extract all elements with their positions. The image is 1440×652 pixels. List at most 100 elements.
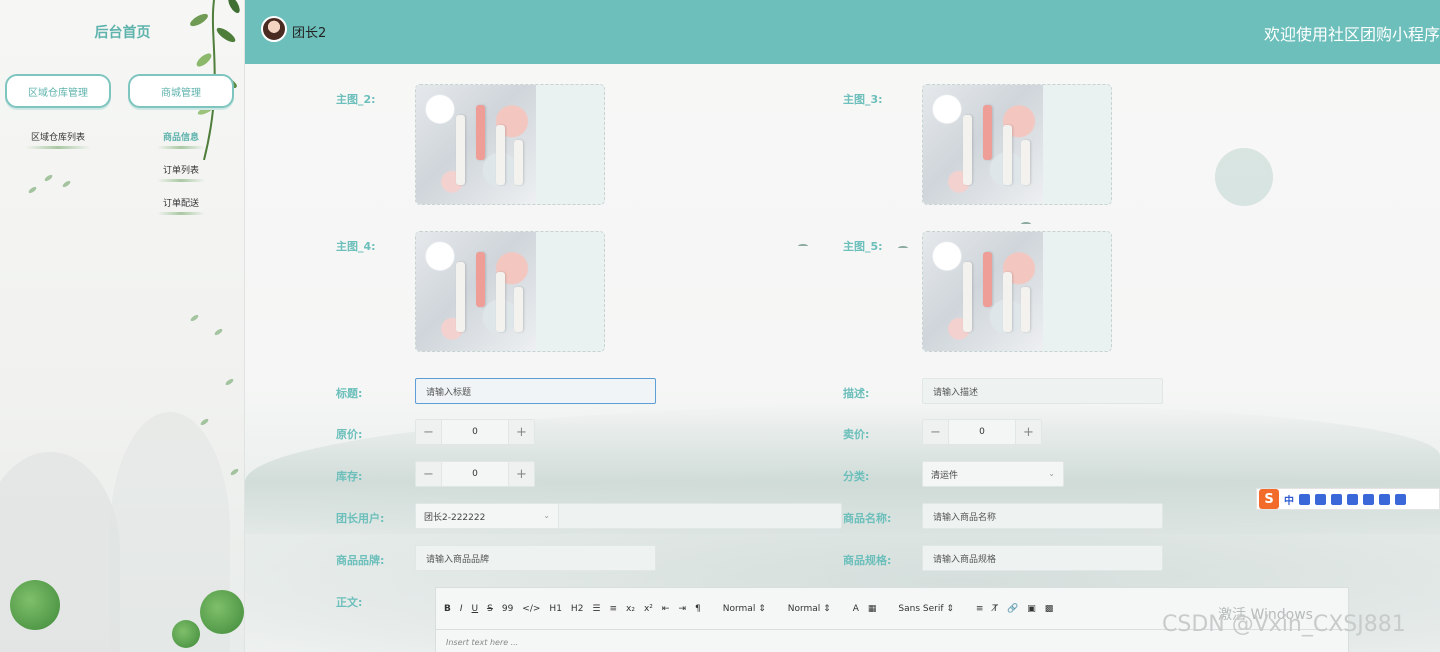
image-upload-3[interactable]: [922, 84, 1112, 205]
underline-button[interactable]: U: [472, 604, 479, 614]
spec-input[interactable]: 请输入商品规格: [922, 545, 1163, 571]
image-upload-4[interactable]: [415, 231, 605, 352]
quote-button[interactable]: 99: [502, 604, 513, 614]
leaf-decoration: [199, 417, 210, 427]
home-link[interactable]: 后台首页: [0, 22, 244, 42]
ordered-list-icon[interactable]: ☰: [592, 604, 600, 614]
title-label: 标题:: [336, 387, 363, 400]
spec-label: 商品规格:: [843, 554, 892, 567]
image-upload-2[interactable]: [415, 84, 605, 205]
leader-select[interactable]: 团长2-222222 ⌄: [415, 503, 559, 529]
decrement-button[interactable]: −: [416, 420, 442, 444]
orig-price-value[interactable]: 0: [442, 420, 508, 444]
settings-icon[interactable]: [1395, 493, 1406, 505]
category-label: 分类:: [843, 470, 870, 483]
sale-price-label: 卖价:: [843, 428, 870, 441]
desc-label: 描述:: [843, 387, 870, 400]
title-input[interactable]: 请输入标题: [415, 378, 656, 404]
apps-icon[interactable]: [1379, 493, 1390, 505]
header-select-label: Normal: [787, 603, 821, 614]
text-color-icon[interactable]: A: [853, 604, 859, 614]
punctuation-icon[interactable]: [1299, 493, 1310, 505]
increment-button[interactable]: +: [508, 420, 534, 444]
img2-label: 主图_2:: [336, 93, 376, 106]
size-label: Normal: [722, 603, 756, 614]
strike-button[interactable]: S: [487, 604, 493, 614]
stock-value[interactable]: 0: [442, 462, 508, 486]
sidebar-item-order-list[interactable]: 订单列表: [156, 163, 206, 182]
increment-button[interactable]: +: [508, 462, 534, 486]
img4-label: 主图_4:: [336, 240, 376, 253]
rtl-icon[interactable]: ¶: [695, 604, 701, 614]
sidebar-item-product-info[interactable]: 商品信息: [156, 130, 206, 149]
leaf-decoration: [43, 173, 54, 183]
chevron-down-icon: ⌄: [1048, 469, 1055, 478]
sogou-icon[interactable]: S: [1259, 489, 1279, 509]
microphone-icon[interactable]: [1315, 493, 1326, 505]
leader-extra-field[interactable]: [558, 503, 842, 529]
indent-icon[interactable]: ⇥: [678, 604, 686, 614]
subscript-icon[interactable]: x₂: [626, 604, 635, 614]
keyboard-icon[interactable]: [1331, 493, 1342, 505]
code-button[interactable]: </>: [522, 604, 540, 614]
category-value: 清运件: [931, 470, 959, 481]
lotus-leaf-decoration: [200, 590, 244, 634]
brand-label: 商品品牌:: [336, 554, 385, 567]
link-icon[interactable]: 🔗: [1007, 604, 1018, 614]
header-select[interactable]: Normal ⇕: [788, 604, 831, 614]
leaf-decoration: [27, 185, 38, 195]
lotus-leaf-decoration: [172, 620, 200, 648]
desc-input[interactable]: 请输入描述: [922, 378, 1163, 404]
leaf-decoration: [213, 327, 224, 337]
decrement-button[interactable]: −: [416, 462, 442, 486]
avatar[interactable]: [261, 16, 287, 42]
image-icon[interactable]: ▣: [1027, 604, 1036, 614]
leader-value: 团长2-222222: [424, 512, 486, 523]
align-icon[interactable]: ≡: [976, 604, 984, 614]
menu-warehouse[interactable]: 区域仓库管理: [5, 74, 111, 108]
skin-icon[interactable]: [1347, 493, 1358, 505]
image-upload-5[interactable]: [922, 231, 1112, 352]
bullet-list-icon[interactable]: ≡: [610, 604, 618, 614]
superscript-icon[interactable]: x²: [644, 604, 653, 614]
font-select-label: Sans Serif: [898, 603, 944, 614]
bird-decoration: [898, 246, 908, 250]
stock-stepper[interactable]: − 0 +: [415, 461, 535, 487]
category-select[interactable]: 清运件 ⌄: [922, 461, 1064, 487]
size-select[interactable]: Normal ⇕: [723, 604, 766, 614]
orig-price-stepper[interactable]: − 0 +: [415, 419, 535, 445]
outdent-icon[interactable]: ⇤: [662, 604, 670, 614]
robot-icon[interactable]: [1363, 493, 1374, 505]
h2-button[interactable]: H2: [571, 604, 584, 614]
h1-button[interactable]: H1: [549, 604, 562, 614]
italic-button[interactable]: I: [460, 604, 463, 614]
chevron-down-icon: ⌄: [543, 511, 550, 520]
product-photo: [923, 85, 1043, 204]
csdn-watermark: CSDN @Vxin_CXSJ881: [1162, 612, 1406, 637]
bird-decoration: [798, 244, 808, 248]
font-select[interactable]: Sans Serif ⇕: [898, 604, 954, 614]
video-icon[interactable]: ▩: [1045, 604, 1054, 614]
clear-format-icon[interactable]: T̸: [992, 604, 998, 614]
ime-mode-label[interactable]: 中: [1284, 492, 1294, 507]
menu-mall[interactable]: 商城管理: [128, 74, 234, 108]
increment-button[interactable]: +: [1015, 420, 1041, 444]
sidebar-item-order-delivery[interactable]: 订单配送: [156, 196, 206, 215]
product-name-input[interactable]: 请输入商品名称: [922, 503, 1163, 529]
leaf-decoration: [229, 467, 240, 477]
leaf-decoration: [189, 313, 200, 323]
leader-label: 团长用户:: [336, 512, 385, 525]
background-color-icon[interactable]: ▦: [868, 604, 877, 614]
sale-price-value[interactable]: 0: [949, 420, 1015, 444]
username[interactable]: 团长2: [292, 22, 326, 41]
decrement-button[interactable]: −: [923, 420, 949, 444]
img3-label: 主图_3:: [843, 93, 883, 106]
ime-toolbar[interactable]: S 中: [1256, 488, 1440, 510]
stock-label: 库存:: [336, 470, 363, 483]
welcome-text: 欢迎使用社区团购小程序: [1263, 25, 1440, 44]
bold-button[interactable]: B: [444, 604, 451, 614]
brand-input[interactable]: 请输入商品品牌: [415, 545, 656, 571]
sidebar-item-warehouse-list[interactable]: 区域仓库列表: [24, 130, 92, 149]
top-header: 团长2 欢迎使用社区团购小程序: [245, 0, 1440, 64]
sale-price-stepper[interactable]: − 0 +: [922, 419, 1042, 445]
